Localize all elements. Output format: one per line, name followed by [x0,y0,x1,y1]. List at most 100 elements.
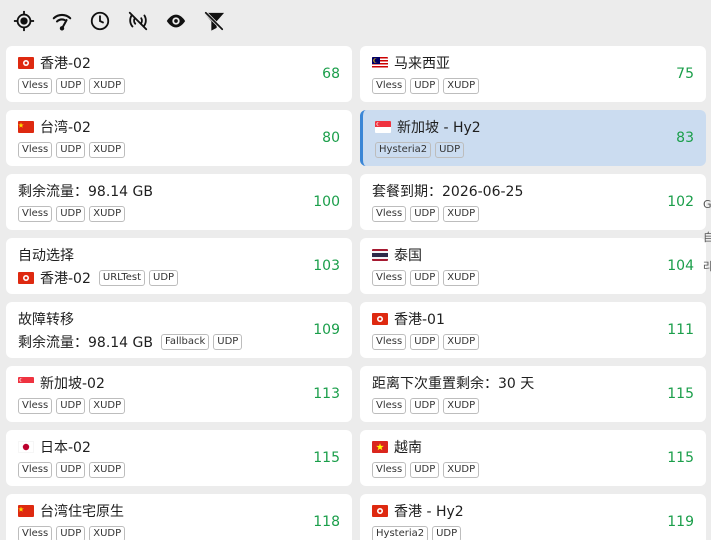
proxy-name-row: 日本-02 [18,436,340,458]
proxy-grid: 香港-02 Vless UDP XUDP 68 马来西亚 Vless UDP XUDP 75 台湾-… [6,46,711,540]
proxy-card[interactable]: 香港-02 Vless UDP XUDP 68 [6,46,352,102]
protocol-tag: UDP [432,526,462,540]
proxy-card[interactable]: 新加坡-02 Vless UDP XUDP 113 [6,366,352,422]
proxy-name: 台湾-02 [40,120,91,136]
proxy-name-row: 距离下次重置剩余：30 天 [372,372,694,394]
proxy-name-row: 香港 - Hy2 [372,500,694,522]
protocol-tag: XUDP [443,270,480,286]
flag-cn-icon [18,505,34,517]
proxy-name-row: 新加坡 - Hy2 [375,116,694,138]
proxy-name: 香港-02 [40,56,91,72]
current-node-text: 香港-02 [40,271,91,287]
proxy-name: 自动选择 [18,248,74,264]
current-node-text: 剩余流量：98.14 GB [18,335,153,351]
proxy-name-row: 故障转移 [18,308,340,330]
flag-th-icon [372,249,388,261]
proxy-card[interactable]: 剩余流量：98.14 GB Vless UDP XUDP 100 [6,174,352,230]
eye-icon[interactable] [164,9,188,33]
proxy-name-row: 泰国 [372,244,694,266]
protocol-tag: XUDP [443,398,480,414]
protocol-tag: Vless [18,398,53,414]
proxy-card[interactable]: 日本-02 Vless UDP XUDP 115 [6,430,352,486]
protocol-tag: Vless [372,334,407,350]
latency-value[interactable]: 118 [313,514,340,530]
latency-value[interactable]: 115 [667,386,694,402]
proxy-card[interactable]: 泰国 Vless UDP XUDP 104 [360,238,706,294]
proxy-card[interactable]: 自动选择 香港-02 URLTest UDP 103 [6,238,352,294]
proxy-card[interactable]: 香港 - Hy2 Hysteria2 UDP 119 [360,494,706,540]
proxy-card[interactable]: 香港-01 Vless UDP XUDP 111 [360,302,706,358]
proxy-tags-row: 香港-02 URLTest UDP [18,266,340,290]
latency-value[interactable]: 115 [313,450,340,466]
latency-value[interactable]: 115 [667,450,694,466]
proxy-name-row: 新加坡-02 [18,372,340,394]
protocol-tag: UDP [435,142,465,158]
proxy-name: 套餐到期：2026-06-25 [372,184,524,200]
latency-value[interactable]: 103 [313,258,340,274]
proxy-name-row: 套餐到期：2026-06-25 [372,180,694,202]
protocol-tag: Vless [372,78,407,94]
edge-fragment: 라 [703,260,711,273]
protocol-tag: UDP [56,206,86,222]
protocol-tag: XUDP [89,462,126,478]
protocol-tag: URLTest [98,270,146,286]
proxy-name: 新加坡-02 [40,376,105,392]
latency-value[interactable]: 119 [667,514,694,530]
edge-fragment: G [703,198,711,211]
proxy-tags-row: Hysteria2 UDP [375,138,694,162]
latency-value[interactable]: 100 [313,194,340,210]
latency-value[interactable]: 113 [313,386,340,402]
latency-value[interactable]: 104 [667,258,694,274]
protocol-tag: XUDP [443,462,480,478]
protocol-tag: UDP [410,78,440,94]
proxy-card[interactable]: 台湾-02 Vless UDP XUDP 80 [6,110,352,166]
protocol-tag: UDP [410,270,440,286]
latency-value[interactable]: 109 [313,322,340,338]
proxy-card[interactable]: 马来西亚 Vless UDP XUDP 75 [360,46,706,102]
protocol-tag: UDP [56,78,86,94]
latency-value[interactable]: 68 [322,66,340,82]
flag-hk-icon [372,313,388,325]
toolbar [12,9,226,33]
proxy-card[interactable]: 新加坡 - Hy2 Hysteria2 UDP 83 [360,110,706,166]
proxy-name: 越南 [394,440,422,456]
wifi-speed-icon[interactable] [50,9,74,33]
flag-hk-icon [372,505,388,517]
proxy-name: 距离下次重置剩余：30 天 [372,376,535,392]
locate-icon[interactable] [12,9,36,33]
proxy-card[interactable]: 故障转移剩余流量：98.14 GB Fallback UDP 109 [6,302,352,358]
proxy-tags-row: Vless UDP XUDP [18,458,340,482]
protocol-tag: UDP [56,526,86,540]
proxy-tags-row: Vless UDP XUDP [18,202,340,226]
filter-off-icon[interactable] [202,9,226,33]
protocol-tag: UDP [213,334,243,350]
protocol-tag: XUDP [443,78,480,94]
latency-value[interactable]: 80 [322,130,340,146]
latency-value[interactable]: 102 [667,194,694,210]
no-signal-icon[interactable] [126,9,150,33]
proxy-name: 马来西亚 [394,56,450,72]
latency-value[interactable]: 75 [676,66,694,82]
proxy-card[interactable]: 台湾住宅原生 Vless UDP XUDP 118 [6,494,352,540]
proxy-card[interactable]: 越南 Vless UDP XUDP 115 [360,430,706,486]
protocol-tag: UDP [410,334,440,350]
latency-value[interactable]: 111 [667,322,694,338]
proxy-tags-row: Vless UDP XUDP [18,522,340,540]
proxy-name-row: 台湾住宅原生 [18,500,340,522]
proxy-tags-row: Vless UDP XUDP [18,138,340,162]
protocol-tag: Vless [372,270,407,286]
protocol-tag: XUDP [89,206,126,222]
flag-hk-icon [18,57,34,69]
proxy-name: 台湾住宅原生 [40,504,124,520]
protocol-tag: UDP [410,398,440,414]
proxy-tags-row: 剩余流量：98.14 GB Fallback UDP [18,330,340,354]
latency-value[interactable]: 83 [676,130,694,146]
proxy-card[interactable]: 套餐到期：2026-06-25 Vless UDP XUDP 102 [360,174,706,230]
proxy-card[interactable]: 距离下次重置剩余：30 天 Vless UDP XUDP 115 [360,366,706,422]
protocol-tag: UDP [56,462,86,478]
clock-icon[interactable] [88,9,112,33]
protocol-tag: Vless [372,398,407,414]
proxy-name: 日本-02 [40,440,91,456]
proxy-name: 泰国 [394,248,422,264]
protocol-tag: Fallback [160,334,210,350]
